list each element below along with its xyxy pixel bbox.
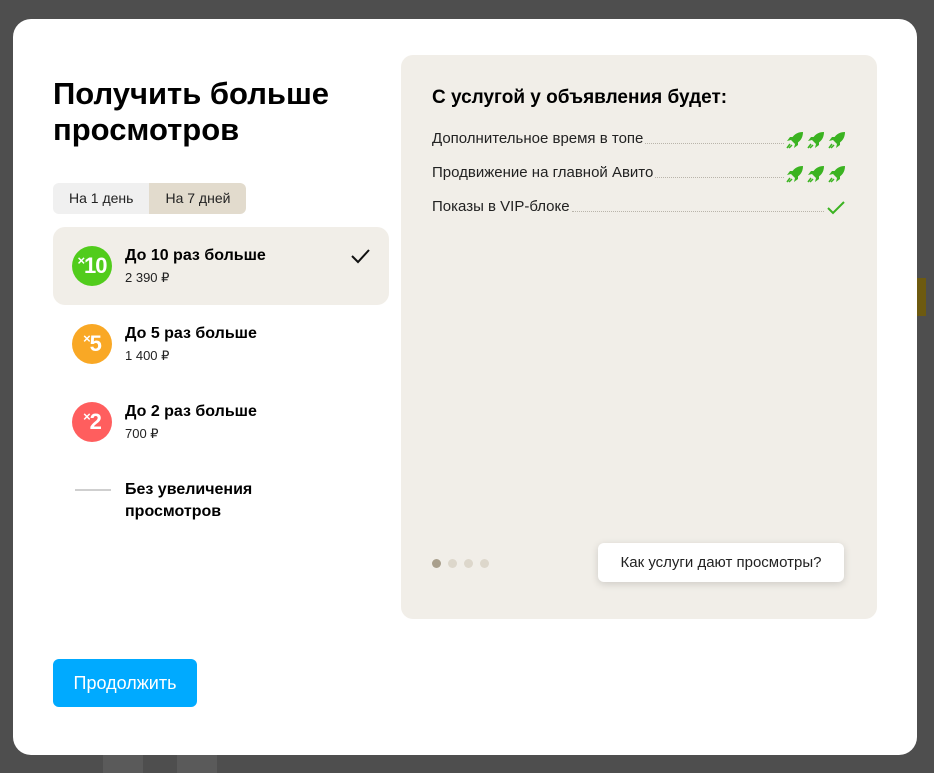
background-block [917,278,926,316]
dotted-leader [655,177,784,178]
option-name: Без увеличения просмотров [125,481,253,520]
feature-label: Показы в VIP-блоке [432,198,570,215]
feature-row: Показы в VIP-блоке [432,193,846,217]
background-block [103,755,143,773]
dotted-leader [571,211,824,212]
feature-row: Дополнительное время в топе [432,125,846,149]
option-price: 1 400 ₽ [125,348,170,363]
rocket-icon [828,132,845,149]
selected-check-icon [351,249,370,264]
check-icon [827,201,845,215]
rocket-icon [828,166,845,183]
pager-dot[interactable] [448,559,457,568]
feature-icons [786,129,846,149]
benefits-panel: С услугой у объявления будет: Дополнител… [401,55,877,619]
rocket-icon [786,166,803,183]
dotted-leader [645,143,784,144]
feature-label: Дополнительное время в топе [432,130,644,147]
pager-dot[interactable] [464,559,473,568]
option-x5[interactable]: × 5 До 5 раз больше 1 400 ₽ [53,305,389,383]
continue-button[interactable]: Продолжить [53,659,197,707]
services-modal: Получить больше просмотров На 1 день На … [13,19,917,755]
rocket-icon [807,166,824,183]
tab-1-day[interactable]: На 1 день [53,183,150,214]
feature-label: Продвижение на главной Авито [432,164,654,181]
background-block [177,755,217,773]
option-no-increase[interactable]: Без увеличения просмотров [53,479,389,527]
option-price: 700 ₽ [125,426,159,441]
rocket-icon [786,132,803,149]
panel-title: С услугой у объявления будет: [432,87,728,108]
option-x2[interactable]: × 2 До 2 раз больше 700 ₽ [53,383,389,461]
feature-row: Продвижение на главной Авито [432,159,846,183]
rocket-icon [807,132,824,149]
x5-badge-icon: × 5 [72,324,112,364]
carousel-pager [432,559,489,568]
x2-badge-icon: × 2 [72,402,112,442]
option-name: До 10 раз больше [125,247,266,264]
modal-title: Получить больше просмотров [53,76,330,147]
option-price: 2 390 ₽ [125,270,170,285]
tab-7-days[interactable]: На 7 дней [149,183,247,214]
option-name: До 5 раз больше [125,325,257,342]
feature-icons [826,197,846,217]
x10-badge-icon: × 10 [72,246,112,286]
option-x10[interactable]: × 10 До 10 раз больше 2 390 ₽ [53,227,389,305]
pager-dot[interactable] [480,559,489,568]
dash-icon [75,489,111,491]
how-services-work-button[interactable]: Как услуги дают просмотры? [598,543,844,582]
option-name: До 2 раз больше [125,403,257,420]
pager-dot[interactable] [432,559,441,568]
period-switcher: На 1 день На 7 дней [53,183,247,214]
feature-icons [786,163,846,183]
